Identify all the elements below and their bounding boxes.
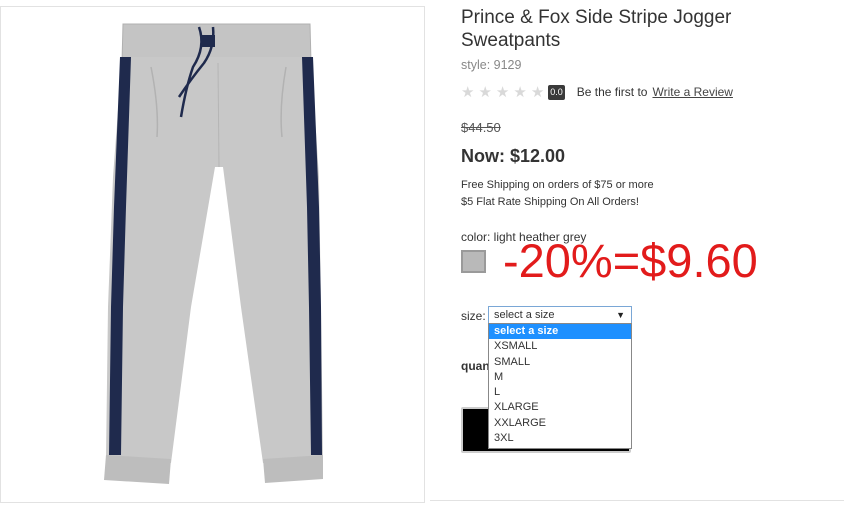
size-option[interactable]: L xyxy=(489,385,631,400)
product-image[interactable] xyxy=(0,6,425,503)
divider xyxy=(430,500,844,501)
style-number: style: 9129 xyxy=(461,58,522,72)
rating-row: ★ ★ ★ ★ ★ 0.0 Be the first to Write a Re… xyxy=(461,83,733,101)
size-dropdown-list[interactable]: select a size XSMALL SMALL M L XLARGE XX… xyxy=(488,323,632,449)
size-option[interactable]: XLARGE xyxy=(489,400,631,415)
sale-price: Now: $12.00 xyxy=(461,146,566,166)
size-select[interactable]: select a size ▼ xyxy=(488,306,632,324)
size-option[interactable]: 3XL xyxy=(489,431,631,446)
size-option[interactable]: SMALL xyxy=(489,355,631,370)
rating-score-badge: 0.0 xyxy=(548,84,565,100)
star-rating[interactable]: ★ ★ ★ ★ ★ xyxy=(461,84,544,100)
size-option[interactable]: select a size xyxy=(489,324,631,340)
shipping-note-flat: $5 Flat Rate Shipping On All Orders! xyxy=(461,196,639,208)
star-icon[interactable]: ★ xyxy=(496,84,509,100)
star-icon[interactable]: ★ xyxy=(531,84,544,100)
size-label: size: xyxy=(461,309,486,323)
review-prompt: Be the first to xyxy=(576,85,648,99)
product-title: Prince & Fox Side Stripe Jogger Sweatpan… xyxy=(461,7,732,51)
dropdown-arrow-icon: ▼ xyxy=(616,310,625,320)
size-select-value: select a size xyxy=(494,309,555,321)
star-icon[interactable]: ★ xyxy=(461,84,474,100)
original-price: $44.50 xyxy=(461,120,501,135)
size-option[interactable]: XXLARGE xyxy=(489,416,631,431)
shipping-note-free: Free Shipping on orders of $75 or more xyxy=(461,179,654,191)
write-review-link[interactable]: Write a Review xyxy=(652,85,732,99)
quantity-label: quan xyxy=(461,359,490,373)
color-swatch[interactable] xyxy=(461,250,486,273)
star-icon[interactable]: ★ xyxy=(478,84,491,100)
size-option[interactable]: XSMALL xyxy=(489,339,631,354)
sweatpants-image xyxy=(104,23,323,484)
size-option[interactable]: M xyxy=(489,370,631,385)
discount-annotation: -20%=$9.60 xyxy=(503,234,758,287)
star-icon[interactable]: ★ xyxy=(513,84,526,100)
